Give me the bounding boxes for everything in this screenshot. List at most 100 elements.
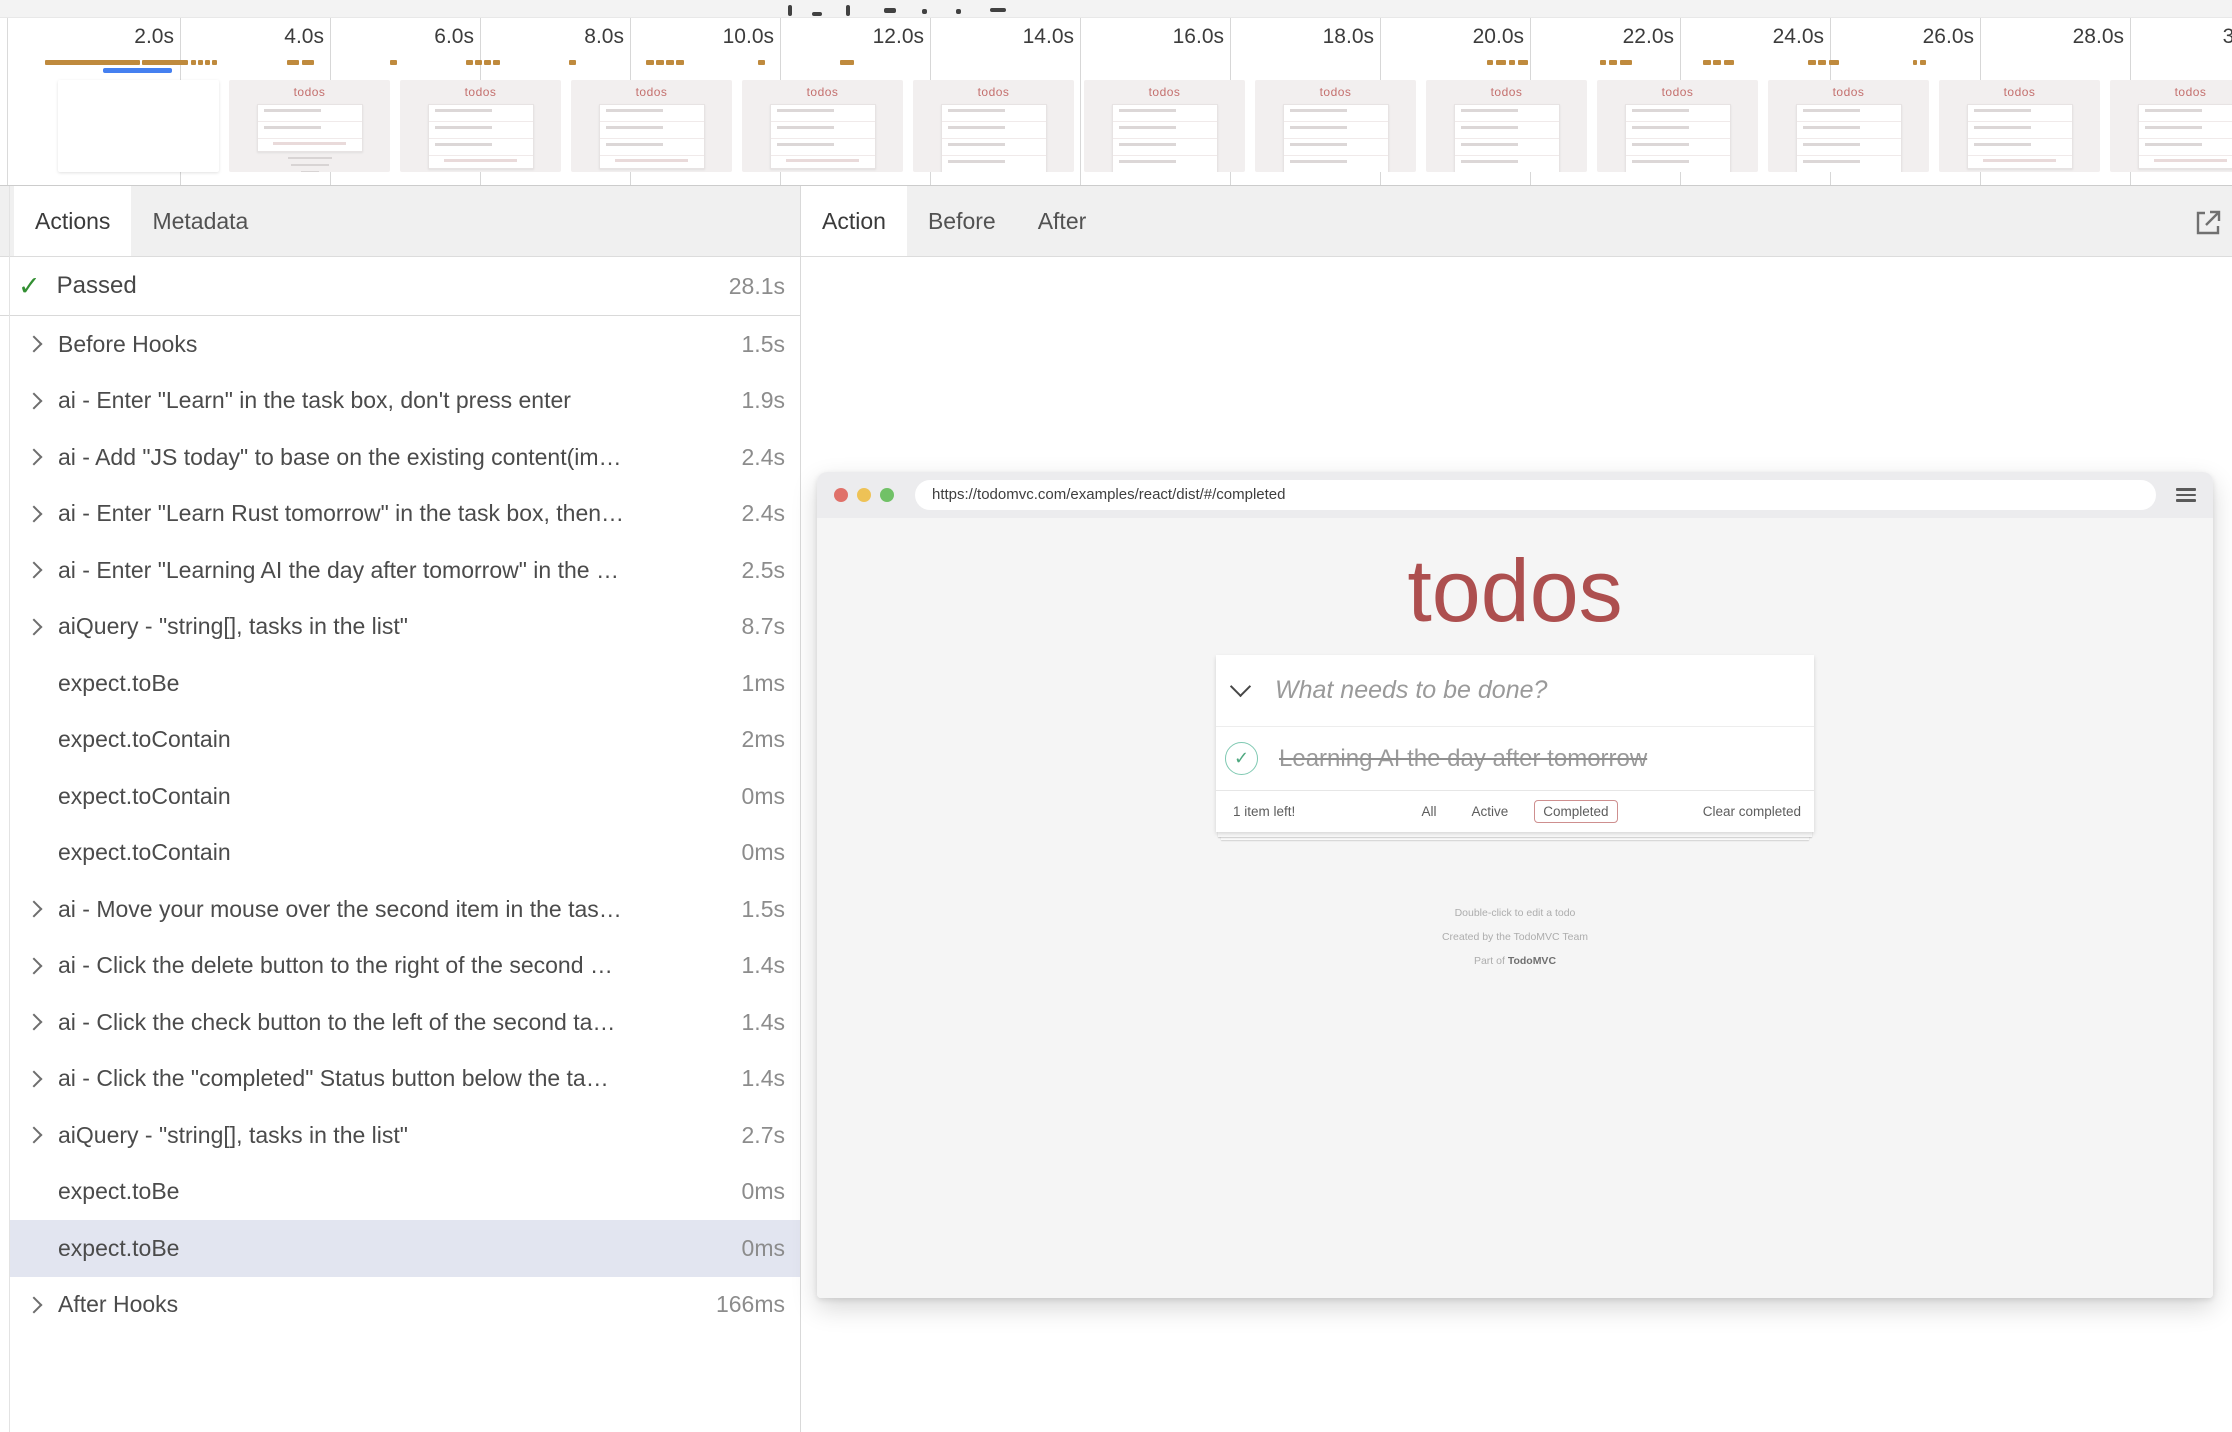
new-todo-row[interactable]: What needs to be done?: [1216, 655, 1814, 726]
action-row[interactable]: expect.toBe0ms: [10, 1220, 800, 1277]
action-row[interactable]: expect.toBe1ms: [10, 655, 800, 712]
thumbnail-row: [1626, 143, 1730, 156]
action-time-bar: [484, 60, 491, 65]
action-row[interactable]: aiQuery - "string[], tasks in the list"8…: [10, 599, 800, 656]
thumbnail-footer-row: [258, 142, 362, 151]
action-time-bar: [198, 60, 203, 65]
filmstrip-thumbnail[interactable]: todos: [742, 80, 903, 172]
action-row[interactable]: ai - Add "JS today" to base on the exist…: [10, 429, 800, 486]
filmstrip-thumbnail[interactable]: todos: [1084, 80, 1245, 172]
action-row-label: ai - Move your mouse over the second ite…: [58, 896, 730, 923]
action-row[interactable]: ai - Enter "Learn Rust tomorrow" in the …: [10, 486, 800, 543]
action-row-duration: 1.5s: [742, 896, 785, 923]
filter-active[interactable]: Active: [1462, 800, 1517, 823]
action-time-bar: [656, 60, 664, 65]
clear-completed-button[interactable]: Clear completed: [1703, 804, 1801, 819]
chevron-right-icon[interactable]: [26, 901, 43, 918]
filmstrip-thumbnail[interactable]: todos: [913, 80, 1074, 172]
chevron-right-icon[interactable]: [26, 449, 43, 466]
action-time-bar: [666, 60, 674, 65]
chevron-right-icon[interactable]: [26, 1070, 43, 1087]
filter-completed[interactable]: Completed: [1534, 800, 1617, 823]
chevron-right-icon[interactable]: [26, 562, 43, 579]
traffic-light-red-icon: [834, 488, 848, 502]
action-time-bar: [205, 60, 210, 65]
filmstrip-thumbnail[interactable]: todos: [571, 80, 732, 172]
action-time-bar: [1600, 60, 1606, 65]
action-row[interactable]: ai - Enter "Learning AI the day after to…: [10, 542, 800, 599]
thumbnail-row: [258, 109, 362, 122]
chevron-right-icon[interactable]: [26, 1127, 43, 1144]
filmstrip-thumbnail[interactable]: todos: [1939, 80, 2100, 172]
thumbnail-row: [429, 126, 533, 139]
filmstrip-thumbnail[interactable]: [58, 80, 219, 172]
action-row[interactable]: ai - Click the "completed" Status button…: [10, 1051, 800, 1108]
chevron-right-icon[interactable]: [26, 505, 43, 522]
thumbnail-row: [942, 143, 1046, 156]
action-row[interactable]: expect.toContain2ms: [10, 712, 800, 769]
browser-menu-icon: [2176, 485, 2196, 505]
filmstrip-thumbnail[interactable]: todos: [1255, 80, 1416, 172]
filmstrip-thumbnail[interactable]: todos: [1768, 80, 1929, 172]
thumbnail-todos-title: todos: [1597, 85, 1758, 99]
thumbnail-page-sketch: [1454, 104, 1560, 172]
action-time-bar: [191, 60, 196, 65]
thumbnail-row: [1455, 143, 1559, 156]
action-row[interactable]: ai - Click the delete button to the righ…: [10, 938, 800, 995]
action-row-label: expect.toBe: [58, 670, 730, 697]
action-row-duration: 8.7s: [742, 613, 785, 640]
action-time-bar: [390, 60, 397, 65]
chevron-right-icon[interactable]: [26, 392, 43, 409]
chevron-right-icon[interactable]: [26, 336, 43, 353]
action-row[interactable]: expect.toBe0ms: [10, 1164, 800, 1221]
tab-after[interactable]: After: [1017, 186, 1108, 256]
tab-metadata[interactable]: Metadata: [131, 186, 269, 256]
filmstrip-thumbnail[interactable]: todos: [1426, 80, 1587, 172]
thumbnail-todos-title: todos: [229, 85, 390, 99]
action-row[interactable]: aiQuery - "string[], tasks in the list"2…: [10, 1107, 800, 1164]
thumbnail-todos-title: todos: [1426, 85, 1587, 99]
trace-title-strip: [0, 0, 2232, 18]
tab-actions[interactable]: Actions: [14, 186, 131, 256]
todo-item[interactable]: ✓ Learning AI the day after tomorrow: [1216, 726, 1814, 790]
action-row[interactable]: ai - Click the check button to the left …: [10, 994, 800, 1051]
filter-all[interactable]: All: [1412, 800, 1445, 823]
todo-complete-toggle[interactable]: ✓: [1225, 742, 1258, 775]
thumbnail-row: [1284, 109, 1388, 122]
tab-action[interactable]: Action: [801, 186, 907, 256]
action-time-bar: [493, 60, 500, 65]
todomvc-brand[interactable]: TodoMVC: [1508, 955, 1556, 967]
thumbnail-row: [2139, 143, 2232, 156]
tab-before[interactable]: Before: [907, 186, 1017, 256]
chevron-right-icon[interactable]: [26, 957, 43, 974]
timeline[interactable]: 2.0s4.0s6.0s8.0s10.0s12.0s14.0s16.0s18.0…: [0, 18, 2232, 186]
action-row[interactable]: expect.toContain0ms: [10, 768, 800, 825]
thumbnail-footer-row: [1968, 159, 2072, 168]
timeline-tick-label: 6.0s: [354, 25, 474, 49]
thumbnail-row: [1113, 109, 1217, 122]
open-snapshot-external-icon[interactable]: [2193, 208, 2223, 238]
action-time-bar: [287, 60, 299, 65]
filmstrip-thumbnail[interactable]: todos: [2110, 80, 2232, 172]
chevron-right-icon[interactable]: [26, 618, 43, 635]
action-row[interactable]: expect.toContain0ms: [10, 825, 800, 882]
chevron-right-icon[interactable]: [26, 1014, 43, 1031]
toggle-all-chevron-icon[interactable]: [1230, 676, 1251, 697]
chevron-right-icon[interactable]: [26, 1296, 43, 1313]
todo-footer: 1 item left! All Active Completed Clear …: [1216, 790, 1814, 832]
action-row[interactable]: ai - Enter "Learn" in the task box, don'…: [10, 373, 800, 430]
thumbnail-row: [1626, 109, 1730, 122]
filmstrip-thumbnail[interactable]: todos: [229, 80, 390, 172]
action-row[interactable]: Before Hooks1.5s: [10, 316, 800, 373]
action-row[interactable]: After Hooks166ms: [10, 1277, 800, 1334]
action-time-bar: [1518, 60, 1528, 65]
new-todo-input[interactable]: What needs to be done?: [1275, 676, 1547, 705]
action-time-bar: [840, 60, 854, 65]
filmstrip-thumbnail[interactable]: todos: [400, 80, 561, 172]
action-row[interactable]: ai - Move your mouse over the second ite…: [10, 881, 800, 938]
filmstrip-thumbnail[interactable]: todos: [1597, 80, 1758, 172]
timeline-tick-label: 16.0s: [1104, 25, 1224, 49]
thumbnail-row: [1797, 160, 1901, 172]
action-row-label: aiQuery - "string[], tasks in the list": [58, 1122, 730, 1149]
thumbnail-row: [771, 143, 875, 156]
